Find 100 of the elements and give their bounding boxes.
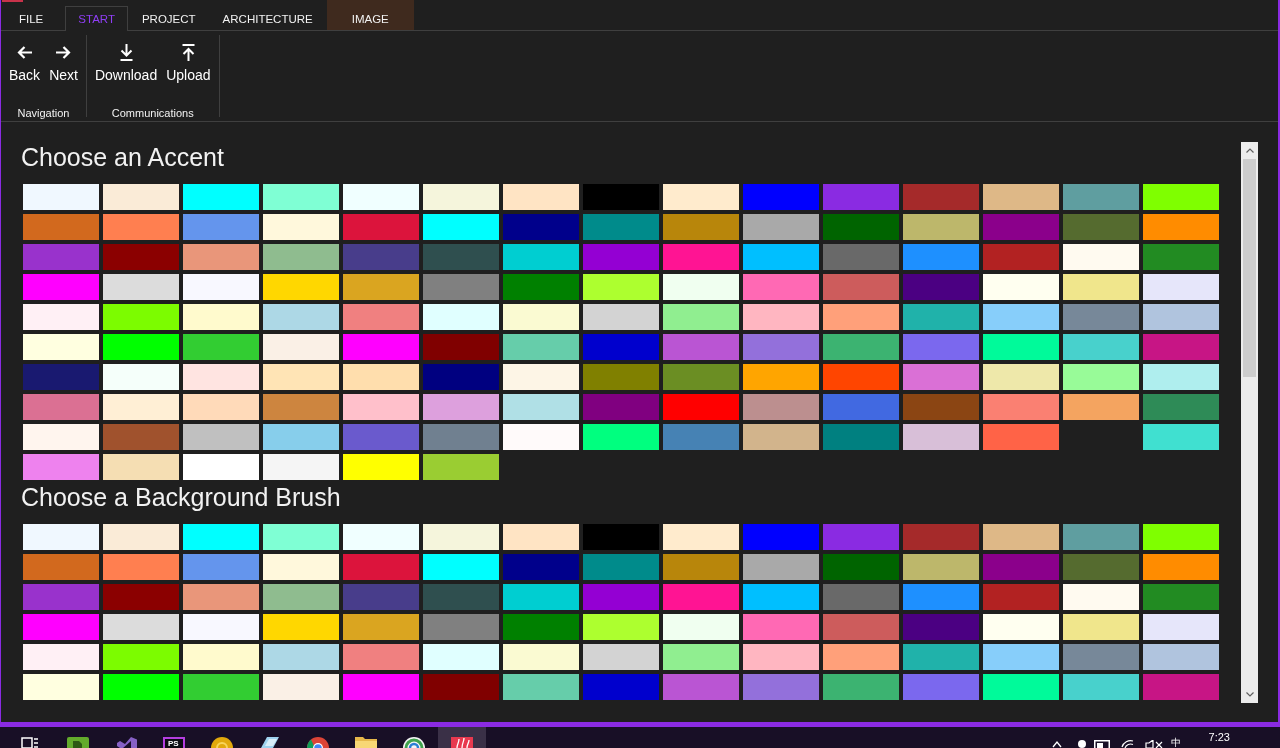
color-swatch[interactable] (1063, 364, 1139, 390)
color-swatch[interactable] (983, 424, 1059, 450)
color-swatch[interactable] (663, 184, 739, 210)
color-swatch[interactable] (1063, 184, 1139, 210)
color-swatch[interactable] (583, 424, 659, 450)
color-swatch[interactable] (1143, 304, 1219, 330)
color-swatch[interactable] (903, 214, 979, 240)
color-swatch[interactable] (983, 184, 1059, 210)
color-swatch[interactable] (983, 674, 1059, 700)
color-swatch[interactable] (23, 184, 99, 210)
color-swatch[interactable] (183, 274, 259, 300)
color-swatch[interactable] (23, 334, 99, 360)
color-swatch[interactable] (583, 394, 659, 420)
color-swatch[interactable] (663, 244, 739, 270)
color-swatch[interactable] (1063, 584, 1139, 610)
color-swatch[interactable] (183, 394, 259, 420)
color-swatch[interactable] (263, 244, 339, 270)
taskbar-button[interactable] (438, 727, 486, 748)
color-swatch[interactable] (983, 554, 1059, 580)
color-swatch[interactable] (423, 184, 499, 210)
color-swatch[interactable] (23, 304, 99, 330)
color-swatch[interactable] (1063, 524, 1139, 550)
color-swatch[interactable] (903, 334, 979, 360)
color-swatch[interactable] (663, 524, 739, 550)
color-swatch[interactable] (1063, 214, 1139, 240)
color-swatch[interactable] (103, 244, 179, 270)
color-swatch[interactable] (1143, 554, 1219, 580)
color-swatch[interactable] (743, 184, 819, 210)
color-swatch[interactable] (503, 334, 579, 360)
color-swatch[interactable] (823, 274, 899, 300)
color-swatch[interactable] (23, 614, 99, 640)
color-swatch[interactable] (103, 614, 179, 640)
color-swatch[interactable] (663, 304, 739, 330)
ribbon-button[interactable]: Back (6, 43, 44, 84)
color-swatch[interactable] (1143, 584, 1219, 610)
color-swatch[interactable] (823, 614, 899, 640)
color-swatch[interactable] (1063, 554, 1139, 580)
color-swatch[interactable] (903, 364, 979, 390)
color-swatch[interactable] (583, 584, 659, 610)
color-swatch[interactable] (983, 584, 1059, 610)
color-swatch[interactable] (983, 304, 1059, 330)
color-swatch[interactable] (983, 244, 1059, 270)
color-swatch[interactable] (423, 454, 499, 480)
color-swatch[interactable] (823, 524, 899, 550)
color-swatch[interactable] (903, 304, 979, 330)
display-icon[interactable] (1093, 740, 1110, 748)
color-swatch[interactable] (343, 364, 419, 390)
color-swatch[interactable] (343, 584, 419, 610)
color-swatch[interactable] (263, 554, 339, 580)
color-swatch[interactable] (583, 244, 659, 270)
color-swatch[interactable] (903, 524, 979, 550)
color-swatch[interactable] (23, 364, 99, 390)
color-swatch[interactable] (263, 304, 339, 330)
color-swatch[interactable] (103, 394, 179, 420)
color-swatch[interactable] (503, 524, 579, 550)
color-swatch[interactable] (1143, 244, 1219, 270)
color-swatch[interactable] (983, 394, 1059, 420)
color-swatch[interactable] (503, 424, 579, 450)
color-swatch[interactable] (183, 524, 259, 550)
color-swatch[interactable] (263, 274, 339, 300)
color-swatch[interactable] (983, 524, 1059, 550)
color-swatch[interactable] (23, 394, 99, 420)
color-swatch[interactable] (263, 214, 339, 240)
color-swatch[interactable] (583, 524, 659, 550)
color-swatch[interactable] (583, 614, 659, 640)
color-swatch[interactable] (1063, 274, 1139, 300)
color-swatch[interactable] (423, 394, 499, 420)
color-swatch[interactable] (823, 364, 899, 390)
color-swatch[interactable] (263, 184, 339, 210)
color-swatch[interactable] (183, 584, 259, 610)
color-swatch[interactable] (663, 584, 739, 610)
color-swatch[interactable] (343, 334, 419, 360)
ribbon-tab[interactable]: IMAGE (326, 0, 414, 30)
color-swatch[interactable] (903, 554, 979, 580)
color-swatch[interactable] (1063, 304, 1139, 330)
color-swatch[interactable] (423, 274, 499, 300)
color-swatch[interactable] (103, 454, 179, 480)
ribbon-tab[interactable]: FILE (6, 6, 57, 30)
color-swatch[interactable] (743, 244, 819, 270)
color-swatch[interactable] (663, 554, 739, 580)
color-swatch[interactable] (103, 554, 179, 580)
color-swatch[interactable] (983, 644, 1059, 670)
color-swatch[interactable] (423, 214, 499, 240)
color-swatch[interactable] (1143, 184, 1219, 210)
color-swatch[interactable] (503, 674, 579, 700)
color-swatch[interactable] (103, 214, 179, 240)
wifi-icon[interactable] (1120, 740, 1134, 748)
color-swatch[interactable] (503, 274, 579, 300)
color-swatch[interactable] (263, 394, 339, 420)
color-swatch[interactable] (343, 554, 419, 580)
color-swatch[interactable] (343, 274, 419, 300)
ribbon-tab[interactable]: PROJECT (128, 6, 209, 30)
color-swatch[interactable] (1063, 674, 1139, 700)
color-swatch[interactable] (983, 214, 1059, 240)
color-swatch[interactable] (1063, 644, 1139, 670)
color-swatch[interactable] (103, 644, 179, 670)
color-swatch[interactable] (343, 394, 419, 420)
color-swatch[interactable] (743, 394, 819, 420)
color-swatch[interactable] (263, 674, 339, 700)
color-swatch[interactable] (423, 674, 499, 700)
